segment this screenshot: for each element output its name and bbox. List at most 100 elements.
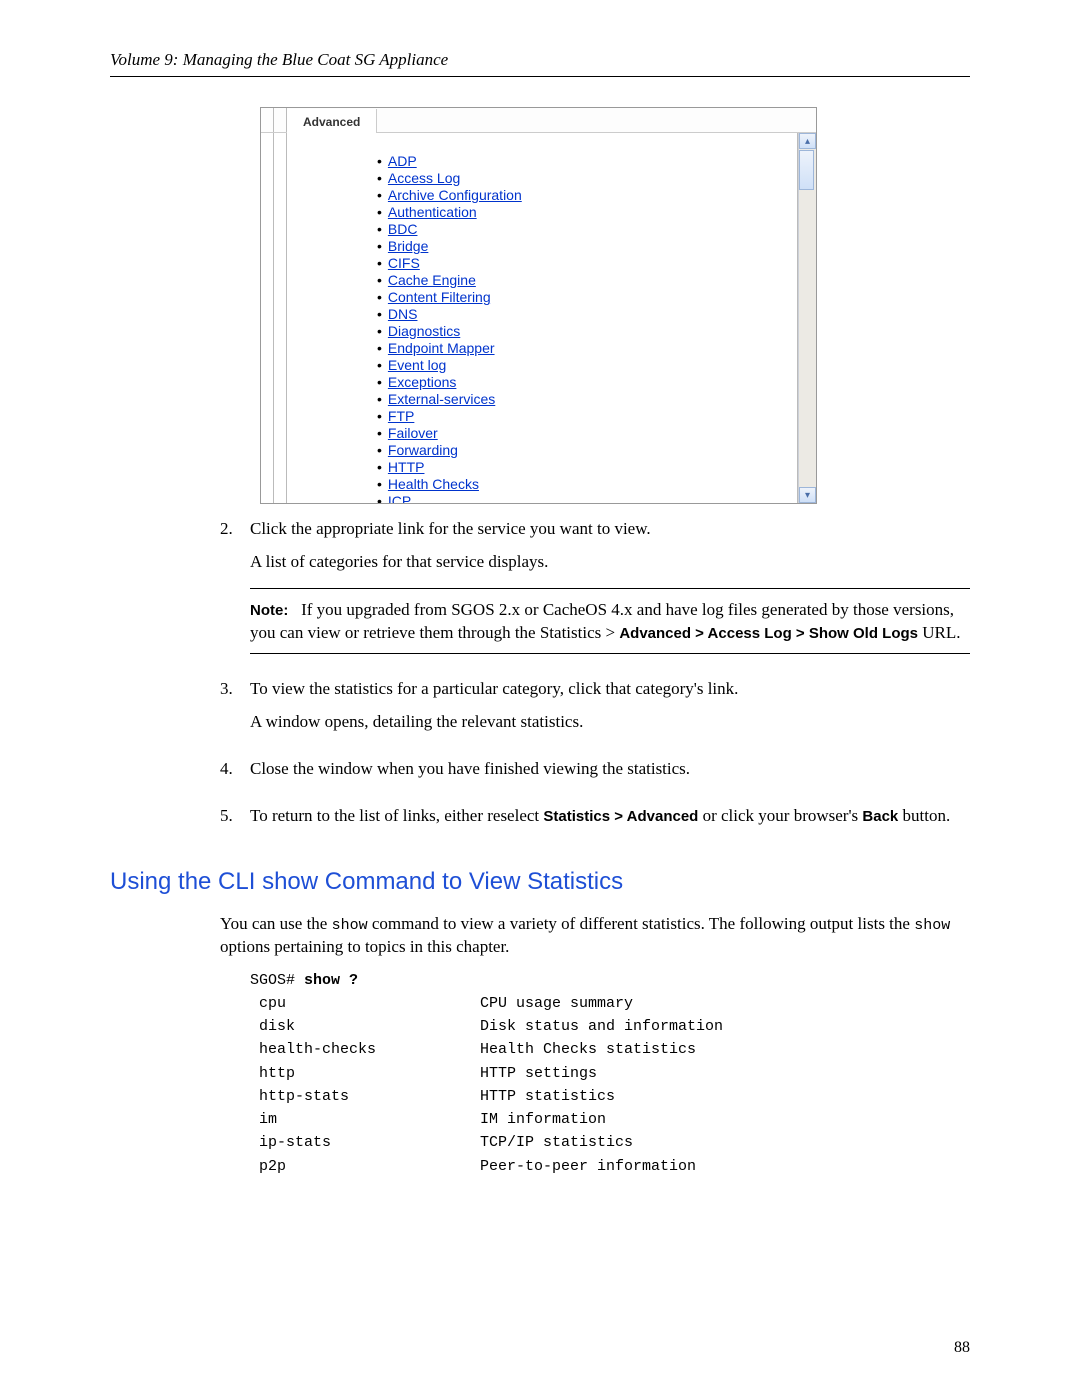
step-text: A list of categories for that service di…	[250, 551, 970, 574]
advanced-link[interactable]: Diagnostics	[388, 323, 460, 339]
advanced-link[interactable]: ICP	[388, 493, 411, 503]
advanced-link-item: ICP	[377, 493, 787, 503]
advanced-link-item: Forwarding	[377, 442, 787, 459]
cli-option: cpu	[250, 992, 480, 1015]
advanced-link-item: Access Log	[377, 170, 787, 187]
advanced-link[interactable]: Authentication	[388, 204, 477, 220]
intro-text: command to view a variety of different s…	[368, 914, 915, 933]
step-text: To return to the list of links, either r…	[250, 805, 970, 828]
step-3: 3. To view the statistics for a particul…	[220, 678, 970, 744]
cli-description: IM information	[480, 1108, 970, 1131]
advanced-link-item: Bridge	[377, 238, 787, 255]
advanced-link[interactable]: HTTP	[388, 459, 425, 475]
advanced-link[interactable]: Forwarding	[388, 442, 458, 458]
cli-row: p2pPeer-to-peer information	[250, 1155, 970, 1178]
advanced-link-item: Authentication	[377, 204, 787, 221]
advanced-link[interactable]: Event log	[388, 357, 446, 373]
step-4: 4. Close the window when you have finish…	[220, 758, 970, 791]
cli-description: CPU usage summary	[480, 992, 970, 1015]
vertical-scrollbar[interactable]: ▴ ▾	[798, 133, 816, 503]
cli-output: SGOS# show ? cpuCPU usage summary diskDi…	[250, 969, 970, 1178]
cli-command: show ?	[304, 972, 358, 989]
step-2: 2. Click the appropriate link for the se…	[220, 518, 970, 664]
step-number: 4.	[220, 758, 250, 791]
cli-option: http-stats	[250, 1085, 480, 1108]
cli-description: HTTP settings	[480, 1062, 970, 1085]
advanced-panel: Advanced ADPAccess LogArchive Configurat…	[260, 107, 817, 504]
advanced-link[interactable]: Endpoint Mapper	[388, 340, 495, 356]
gutter	[274, 108, 287, 132]
note-label: Note:	[250, 602, 288, 619]
advanced-link-item: CIFS	[377, 255, 787, 272]
advanced-link[interactable]: Bridge	[388, 238, 428, 254]
step-text: button.	[898, 806, 950, 825]
advanced-link[interactable]: DNS	[388, 306, 418, 322]
advanced-link[interactable]: Cache Engine	[388, 272, 476, 288]
intro-text: You can use the	[220, 914, 332, 933]
cli-description: HTTP statistics	[480, 1085, 970, 1108]
advanced-link[interactable]: Archive Configuration	[388, 187, 522, 203]
cli-row: imIM information	[250, 1108, 970, 1131]
cli-prompt: SGOS# show ?	[250, 969, 970, 992]
step-text: To view the statistics for a particular …	[250, 678, 970, 701]
advanced-link-list: ADPAccess LogArchive ConfigurationAuthen…	[377, 153, 787, 503]
inline-code: show	[914, 917, 950, 934]
advanced-link[interactable]: BDC	[388, 221, 418, 237]
link-pane: ADPAccess LogArchive ConfigurationAuthen…	[287, 133, 798, 503]
tab-advanced[interactable]: Advanced	[287, 109, 377, 133]
cli-prompt-prefix: SGOS#	[250, 972, 304, 989]
intro-text: options pertaining to topics in this cha…	[220, 937, 509, 956]
advanced-link[interactable]: Content Filtering	[388, 289, 491, 305]
advanced-link[interactable]: External-services	[388, 391, 495, 407]
running-head: Volume 9: Managing the Blue Coat SG Appl…	[110, 50, 970, 70]
advanced-link-item: FTP	[377, 408, 787, 425]
advanced-link-item: DNS	[377, 306, 787, 323]
step-text: To return to the list of links, either r…	[250, 806, 543, 825]
note-path: Advanced > Access Log > Show Old Logs	[619, 625, 918, 642]
scroll-up-button[interactable]: ▴	[799, 133, 816, 149]
step-number: 2.	[220, 518, 250, 664]
step-number: 3.	[220, 678, 250, 744]
scroll-down-button[interactable]: ▾	[799, 487, 816, 503]
gutter	[261, 133, 274, 503]
button-name: Back	[862, 808, 898, 825]
cli-option: health-checks	[250, 1038, 480, 1061]
step-text: Click the appropriate link for the servi…	[250, 518, 970, 541]
gutter	[274, 133, 287, 503]
advanced-link[interactable]: Exceptions	[388, 374, 456, 390]
advanced-link-item: External-services	[377, 391, 787, 408]
menu-path: Statistics > Advanced	[543, 808, 698, 825]
advanced-link[interactable]: Health Checks	[388, 476, 479, 492]
cli-option: im	[250, 1108, 480, 1131]
step-text: or click your browser's	[698, 806, 862, 825]
step-number: 5.	[220, 805, 250, 838]
gutter	[261, 108, 274, 132]
advanced-link-item: Failover	[377, 425, 787, 442]
advanced-link[interactable]: CIFS	[388, 255, 420, 271]
section-intro: You can use the show command to view a v…	[220, 913, 970, 959]
advanced-link[interactable]: FTP	[388, 408, 414, 424]
cli-row: http-statsHTTP statistics	[250, 1085, 970, 1108]
cli-row: cpuCPU usage summary	[250, 992, 970, 1015]
cli-description: Peer-to-peer information	[480, 1155, 970, 1178]
advanced-link-item: Event log	[377, 357, 787, 374]
note-box: Note: If you upgraded from SGOS 2.x or C…	[250, 588, 970, 654]
advanced-link[interactable]: Failover	[388, 425, 438, 441]
inline-code: show	[332, 917, 368, 934]
cli-option: http	[250, 1062, 480, 1085]
advanced-link-item: Exceptions	[377, 374, 787, 391]
cli-row: httpHTTP settings	[250, 1062, 970, 1085]
step-5: 5. To return to the list of links, eithe…	[220, 805, 970, 838]
advanced-link-item: HTTP	[377, 459, 787, 476]
advanced-link[interactable]: Access Log	[388, 170, 460, 186]
cli-description: Disk status and information	[480, 1015, 970, 1038]
note-text: URL.	[918, 623, 961, 642]
advanced-link-item: Cache Engine	[377, 272, 787, 289]
advanced-link-item: BDC	[377, 221, 787, 238]
cli-row: ip-statsTCP/IP statistics	[250, 1131, 970, 1154]
scroll-thumb[interactable]	[799, 150, 814, 190]
advanced-link[interactable]: ADP	[388, 153, 417, 169]
cli-description: TCP/IP statistics	[480, 1131, 970, 1154]
advanced-link-item: Endpoint Mapper	[377, 340, 787, 357]
header-rule	[110, 76, 970, 77]
